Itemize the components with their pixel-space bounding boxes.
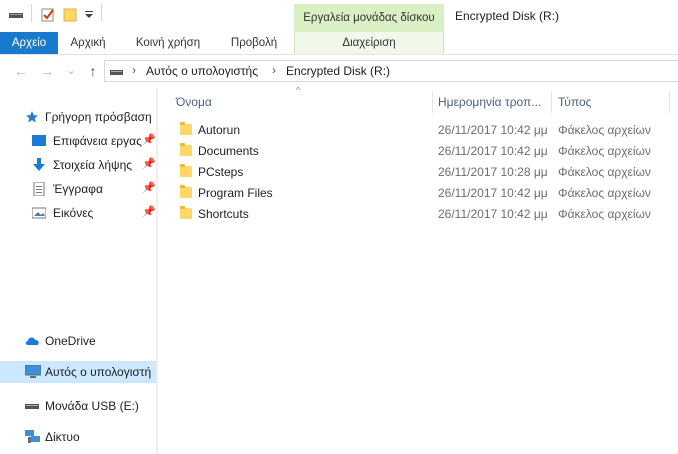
- nav-usb-drive[interactable]: Μονάδα USB (E:): [0, 395, 156, 417]
- file-type: Φάκελος αρχείων: [558, 144, 651, 158]
- file-row[interactable]: Autorun 26/11/2017 10:42 μμ Φάκελος αρχείω…: [172, 120, 678, 141]
- file-name: PCsteps: [198, 165, 244, 179]
- file-type: Φάκελος αρχείων: [558, 186, 651, 200]
- tab-view[interactable]: Προβολή: [216, 32, 292, 54]
- pin-icon: 📌: [142, 134, 156, 146]
- nav-label: OneDrive: [45, 334, 96, 348]
- file-row[interactable]: Program Files 26/11/2017 10:42 μμ Φάκελος …: [172, 183, 678, 204]
- title-divider: [101, 4, 102, 22]
- network-icon: [25, 430, 40, 444]
- folder-icon: [180, 143, 192, 156]
- nav-label: Επιφάνεια εργας: [53, 134, 142, 148]
- file-type: Φάκελος αρχείων: [558, 165, 651, 179]
- file-row[interactable]: PCsteps 26/11/2017 10:28 μμ Φάκελος αρχείω…: [172, 162, 678, 183]
- nav-onedrive[interactable]: OneDrive: [0, 330, 156, 352]
- drive-icon[interactable]: [8, 6, 24, 22]
- file-date: 26/11/2017 10:42 μμ: [438, 207, 548, 221]
- computer-icon: [24, 364, 42, 379]
- column-divider[interactable]: [432, 91, 433, 113]
- star-icon: [25, 110, 39, 124]
- contextual-tab-group-label: Εργαλεία μονάδας δίσκου: [303, 12, 435, 24]
- back-button[interactable]: ←: [12, 62, 30, 80]
- file-date: 26/11/2017 10:28 μμ: [438, 165, 548, 179]
- file-date: 26/11/2017 10:42 μμ: [438, 123, 548, 137]
- file-type: Φάκελος αρχείων: [558, 207, 651, 221]
- folder-icon: [180, 206, 192, 219]
- pin-icon: 📌: [142, 158, 156, 170]
- folder-icon: [180, 164, 192, 177]
- folder-icon: [180, 185, 192, 198]
- file-name: Documents: [198, 144, 259, 158]
- column-header-type[interactable]: Τύπος: [558, 95, 591, 109]
- tab-home[interactable]: Αρχική: [60, 32, 116, 54]
- file-date: 26/11/2017 10:42 μμ: [438, 186, 548, 200]
- nav-pictures[interactable]: Εικόνες 📌: [0, 202, 156, 224]
- pictures-icon: [31, 206, 47, 220]
- file-row[interactable]: Shortcuts 26/11/2017 10:42 μμ Φάκελος αρχε…: [172, 204, 678, 225]
- new-folder-icon[interactable]: [63, 6, 79, 22]
- up-button[interactable]: ↑: [84, 62, 102, 80]
- nav-desktop[interactable]: Επιφάνεια εργας 📌: [0, 130, 156, 152]
- breadcrumb-separator[interactable]: ›: [132, 63, 136, 77]
- nav-downloads[interactable]: Στοιχεία λήψης 📌: [0, 154, 156, 176]
- usb-drive-icon: [25, 399, 39, 413]
- tab-share[interactable]: Κοινή χρήση: [122, 32, 214, 54]
- download-icon: [32, 158, 46, 172]
- pin-icon: 📌: [142, 206, 156, 218]
- file-row[interactable]: Documents 26/11/2017 10:42 μμ Φάκελος αρχε…: [172, 141, 678, 162]
- nav-label: Εικόνες: [53, 206, 94, 220]
- forward-button[interactable]: →: [38, 62, 56, 80]
- nav-label: Δίκτυο: [45, 430, 80, 444]
- tab-manage[interactable]: Διαχείριση: [294, 32, 444, 54]
- nav-label: Αυτός ο υπολογιστή: [45, 365, 152, 379]
- nav-label: Έγγραφα: [53, 182, 103, 196]
- file-name: Autorun: [198, 123, 241, 137]
- tab-file[interactable]: Αρχείο: [0, 32, 58, 54]
- window-title: Encrypted Disk (R:): [455, 9, 560, 23]
- pin-icon: 📌: [142, 182, 156, 194]
- file-name: Program Files: [198, 186, 273, 200]
- file-name: Shortcuts: [198, 207, 249, 221]
- navigation-pane-divider: [156, 88, 158, 454]
- properties-icon[interactable]: [40, 6, 56, 22]
- sort-indicator: ^: [296, 85, 301, 95]
- file-type: Φάκελος αρχείων: [558, 123, 651, 137]
- column-header-date[interactable]: Ημερομηνία τροπ...: [438, 95, 541, 109]
- nav-network[interactable]: Δίκτυο: [0, 426, 156, 448]
- nav-label: Στοιχεία λήψης: [53, 158, 133, 172]
- breadcrumb-this-pc[interactable]: Αυτός ο υπολογιστής: [146, 64, 258, 78]
- cloud-icon: [25, 334, 39, 348]
- desktop-icon: [32, 134, 46, 148]
- documents-icon: [32, 181, 46, 197]
- folder-icon: [180, 122, 192, 135]
- nav-label: Γρήγορη πρόσβαση: [45, 110, 152, 124]
- address-drive-icon: [110, 66, 124, 80]
- recent-locations-button[interactable]: ⌄: [62, 62, 80, 80]
- file-date: 26/11/2017 10:42 μμ: [438, 144, 548, 158]
- customize-quick-access-icon[interactable]: [84, 6, 100, 22]
- breadcrumb-separator[interactable]: ›: [272, 63, 276, 77]
- nav-quick-access[interactable]: Γρήγορη πρόσβαση: [0, 106, 156, 128]
- breadcrumb-encrypted-disk[interactable]: Encrypted Disk (R:): [286, 64, 390, 78]
- nav-documents[interactable]: Έγγραφα 📌: [0, 178, 156, 200]
- column-divider[interactable]: [669, 91, 670, 113]
- nav-label: Μονάδα USB (E:): [45, 399, 139, 413]
- quick-access-divider: [31, 4, 32, 22]
- column-divider[interactable]: [551, 91, 552, 113]
- nav-this-pc[interactable]: Αυτός ο υπολογιστή: [0, 361, 156, 383]
- column-header-name[interactable]: Όνομα: [176, 95, 212, 109]
